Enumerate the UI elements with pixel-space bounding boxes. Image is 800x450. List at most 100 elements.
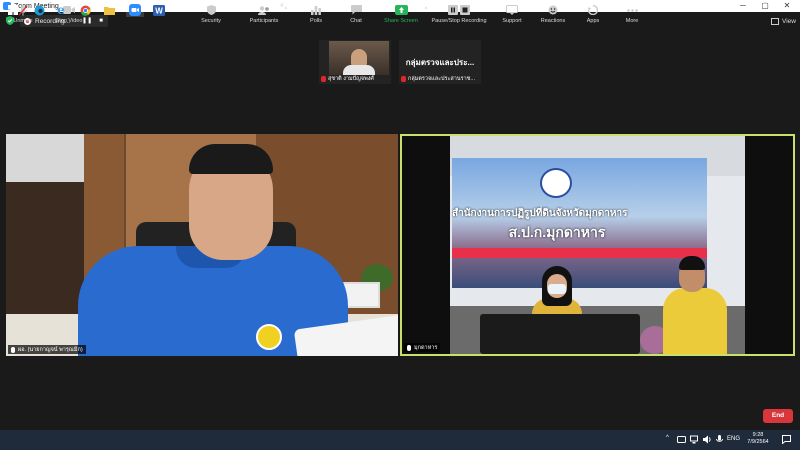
participants-label: Participants	[249, 18, 279, 24]
end-meeting-button[interactable]: End	[763, 409, 793, 423]
banner-text-line2: ส.ป.ก.มุกดาหาร	[508, 224, 606, 240]
participant-display-name: กลุ่มตรวจและประ...	[405, 58, 475, 67]
participants-count: 4	[280, 3, 283, 9]
participant-thumbnail[interactable]: กลุ่มตรวจและประ... กลุ่มตรวจและประสานราช…	[399, 40, 481, 84]
maximize-button[interactable]: ▢	[754, 0, 776, 12]
mic-icon	[407, 344, 411, 351]
participants-options-caret[interactable]: ^	[285, 7, 287, 13]
folder-icon	[103, 6, 115, 15]
reactions-button[interactable]: Reactions	[539, 4, 567, 30]
meet-now-icon[interactable]	[677, 435, 686, 444]
zoom-app-icon	[129, 4, 141, 16]
stop-recording-button[interactable]: ■	[96, 16, 106, 26]
share-screen-icon	[394, 5, 408, 15]
polls-label: Polls	[310, 18, 322, 24]
apps-button[interactable]: Apps	[583, 4, 603, 30]
unmute-label: Unmute	[13, 18, 33, 24]
person-hair	[189, 144, 273, 174]
more-dots-icon	[626, 8, 638, 12]
chat-button[interactable]: Chat	[346, 4, 366, 30]
participant-name: สุชาติ งามปัญจพงศ์	[328, 76, 374, 82]
share-options-caret[interactable]: ^	[425, 7, 427, 13]
notifications-icon[interactable]	[782, 435, 791, 444]
security-button[interactable]: Security	[198, 4, 224, 30]
participant-name-label: มุกดาหาร	[404, 343, 441, 352]
grid-view-icon	[771, 17, 780, 25]
shirt-logo	[256, 324, 282, 350]
security-label: Security	[201, 18, 221, 24]
face-mask	[548, 284, 566, 294]
reactions-label: Reactions	[540, 18, 566, 24]
polls-icon	[311, 5, 321, 15]
video-tile-left[interactable]: ผอ. (นายกาญจน์ พารุณมิก)	[6, 134, 398, 356]
taskbar-app-word[interactable]: W	[152, 3, 166, 17]
participant-video	[329, 41, 389, 75]
banner-text-line1: สำนักงานการปฏิรูปที่ดินจังหวัดมุกดาหาร	[452, 208, 628, 219]
participant-name-label: ผอ. (นายกาญจน์ พารุณมิก)	[8, 345, 86, 354]
participant-name: กลุ่มตรวจและประสานราช...	[408, 76, 475, 82]
mic-icon	[11, 346, 15, 353]
chat-label: Chat	[350, 18, 362, 24]
office-seal-icon	[540, 168, 572, 198]
participant-name: มุกดาหาร	[414, 344, 438, 351]
show-hidden-icons-chevron[interactable]: ^	[666, 435, 669, 441]
participants-icon	[258, 5, 269, 15]
person-hair	[679, 256, 705, 270]
word-app-icon: W	[153, 4, 165, 16]
more-button[interactable]: More	[622, 4, 642, 30]
volume-icon[interactable]	[703, 435, 712, 444]
participant-name-label: สุชาติ งามปัญจพงศ์	[321, 75, 374, 83]
edge-browser-icon	[34, 5, 44, 15]
shield-icon	[206, 5, 216, 15]
more-label: More	[625, 18, 639, 24]
video-tile-right[interactable]: สำนักงานการปฏิรูปที่ดินจังหวัดมุกดาหาร ส…	[400, 134, 795, 356]
taskbar-app-edge[interactable]	[32, 3, 46, 17]
minimize-button[interactable]: ─	[732, 0, 754, 12]
taskbar-app-file-explorer[interactable]	[102, 3, 116, 17]
microphone-tray-icon[interactable]	[715, 435, 724, 444]
close-button[interactable]: ✕	[776, 0, 798, 12]
support-icon	[506, 5, 518, 15]
letterbox-right	[745, 136, 793, 354]
participant-shirt	[343, 65, 375, 75]
muted-mic-icon	[321, 76, 326, 82]
chrome-browser-icon	[80, 5, 91, 16]
view-label: View	[782, 17, 796, 25]
pause-stop-recording-button[interactable]: Pause/Stop Recording	[429, 4, 489, 30]
windows-start-button[interactable]	[6, 3, 20, 17]
person-body	[663, 288, 727, 354]
taskbar-app-ie[interactable]: e	[54, 3, 68, 17]
muted-mic-icon	[401, 76, 406, 82]
chat-bubble-icon	[350, 5, 362, 15]
stop-video-label: Stop Video	[55, 18, 83, 24]
windows-logo-icon	[8, 5, 18, 15]
participant-name-label: กลุ่มตรวจและประสานราช...	[401, 75, 475, 83]
person-woman	[528, 266, 586, 320]
person-man	[657, 254, 737, 354]
svg-text:W: W	[155, 6, 163, 15]
share-screen-label: Share Screen	[384, 18, 418, 24]
clock-time: 9:28	[752, 432, 764, 438]
apps-label: Apps	[586, 18, 600, 24]
input-language-indicator[interactable]: ENG	[727, 436, 740, 442]
clock-date: 7/9/2564	[747, 439, 769, 445]
participants-button[interactable]: Participants 4 ^	[248, 3, 287, 30]
taskbar-app-chrome[interactable]	[78, 3, 92, 17]
participant-name: ผอ. (นายกาญจน์ พารุณมิก)	[18, 346, 83, 353]
support-label: Support	[502, 18, 522, 24]
view-button[interactable]: View	[771, 16, 796, 26]
letterbox-left	[402, 136, 450, 354]
participant-thumbnail[interactable]: สุชาติ งามปัญจพงศ์	[319, 40, 391, 84]
pause-stop-recording-label: Pause/Stop Recording	[431, 18, 487, 24]
apps-icon	[588, 5, 598, 15]
system-clock[interactable]: 9:28 7/9/2564	[744, 432, 772, 446]
support-button[interactable]: Support	[500, 4, 524, 30]
taskbar-app-zoom[interactable]	[126, 3, 144, 17]
network-icon[interactable]	[690, 435, 699, 444]
computer-monitor	[480, 314, 640, 354]
share-screen-button[interactable]: Share Screen ^	[382, 4, 427, 30]
pause-stop-icon	[448, 5, 470, 15]
internet-explorer-icon: e	[57, 3, 65, 17]
polls-button[interactable]: Polls	[306, 4, 326, 30]
reactions-smiley-icon	[548, 5, 558, 15]
